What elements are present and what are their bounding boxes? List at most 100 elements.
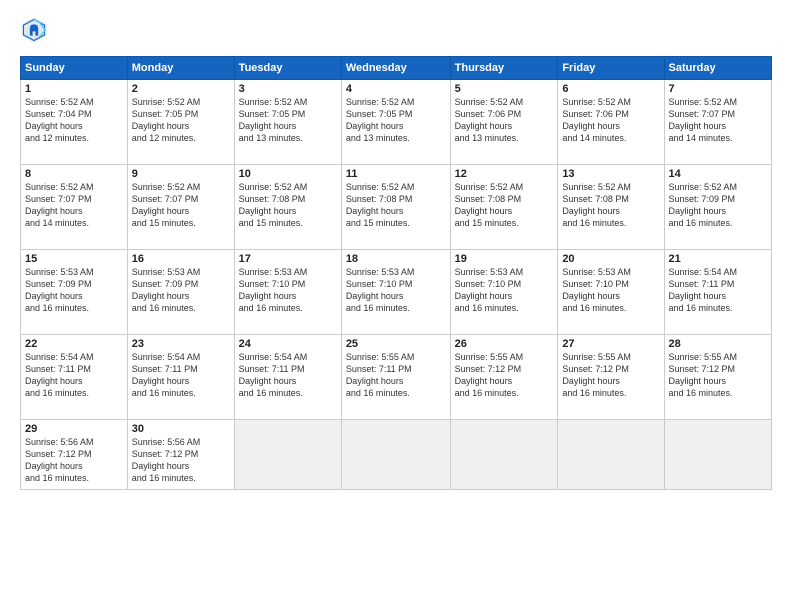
weekday-header: Wednesday	[341, 57, 450, 80]
day-info: Sunrise: 5:52 AM Sunset: 7:08 PM Dayligh…	[239, 181, 337, 230]
day-number: 5	[455, 83, 554, 95]
calendar-cell: 11 Sunrise: 5:52 AM Sunset: 7:08 PM Dayl…	[341, 165, 450, 250]
day-info: Sunrise: 5:53 AM Sunset: 7:10 PM Dayligh…	[455, 266, 554, 315]
day-info: Sunrise: 5:52 AM Sunset: 7:05 PM Dayligh…	[239, 96, 337, 145]
calendar-cell: 4 Sunrise: 5:52 AM Sunset: 7:05 PM Dayli…	[341, 80, 450, 165]
day-info: Sunrise: 5:53 AM Sunset: 7:10 PM Dayligh…	[562, 266, 659, 315]
weekday-header: Sunday	[21, 57, 128, 80]
day-number: 21	[669, 253, 768, 265]
calendar-cell: 26 Sunrise: 5:55 AM Sunset: 7:12 PM Dayl…	[450, 335, 558, 420]
calendar-cell: 25 Sunrise: 5:55 AM Sunset: 7:11 PM Dayl…	[341, 335, 450, 420]
day-number: 3	[239, 83, 337, 95]
calendar-cell: 15 Sunrise: 5:53 AM Sunset: 7:09 PM Dayl…	[21, 250, 128, 335]
weekday-header: Tuesday	[234, 57, 341, 80]
day-info: Sunrise: 5:52 AM Sunset: 7:04 PM Dayligh…	[25, 96, 123, 145]
calendar-cell	[664, 420, 772, 490]
day-info: Sunrise: 5:53 AM Sunset: 7:09 PM Dayligh…	[25, 266, 123, 315]
calendar-cell: 17 Sunrise: 5:53 AM Sunset: 7:10 PM Dayl…	[234, 250, 341, 335]
day-info: Sunrise: 5:52 AM Sunset: 7:05 PM Dayligh…	[346, 96, 446, 145]
day-number: 1	[25, 83, 123, 95]
day-info: Sunrise: 5:52 AM Sunset: 7:08 PM Dayligh…	[346, 181, 446, 230]
day-number: 8	[25, 168, 123, 180]
day-number: 28	[669, 338, 768, 350]
calendar-cell: 7 Sunrise: 5:52 AM Sunset: 7:07 PM Dayli…	[664, 80, 772, 165]
calendar-cell: 20 Sunrise: 5:53 AM Sunset: 7:10 PM Dayl…	[558, 250, 664, 335]
calendar-cell	[450, 420, 558, 490]
day-number: 17	[239, 253, 337, 265]
day-number: 22	[25, 338, 123, 350]
weekday-header: Friday	[558, 57, 664, 80]
calendar-cell: 24 Sunrise: 5:54 AM Sunset: 7:11 PM Dayl…	[234, 335, 341, 420]
calendar-cell: 13 Sunrise: 5:52 AM Sunset: 7:08 PM Dayl…	[558, 165, 664, 250]
day-info: Sunrise: 5:55 AM Sunset: 7:12 PM Dayligh…	[455, 351, 554, 400]
day-number: 14	[669, 168, 768, 180]
day-info: Sunrise: 5:55 AM Sunset: 7:11 PM Dayligh…	[346, 351, 446, 400]
day-info: Sunrise: 5:55 AM Sunset: 7:12 PM Dayligh…	[562, 351, 659, 400]
calendar-cell: 21 Sunrise: 5:54 AM Sunset: 7:11 PM Dayl…	[664, 250, 772, 335]
calendar: SundayMondayTuesdayWednesdayThursdayFrid…	[20, 56, 772, 490]
calendar-cell: 12 Sunrise: 5:52 AM Sunset: 7:08 PM Dayl…	[450, 165, 558, 250]
weekday-header: Thursday	[450, 57, 558, 80]
weekday-header: Saturday	[664, 57, 772, 80]
logo-icon	[20, 16, 48, 44]
logo	[20, 16, 52, 44]
day-number: 10	[239, 168, 337, 180]
weekday-header: Monday	[127, 57, 234, 80]
day-number: 12	[455, 168, 554, 180]
day-info: Sunrise: 5:54 AM Sunset: 7:11 PM Dayligh…	[25, 351, 123, 400]
day-info: Sunrise: 5:53 AM Sunset: 7:10 PM Dayligh…	[346, 266, 446, 315]
day-number: 19	[455, 253, 554, 265]
calendar-cell: 30 Sunrise: 5:56 AM Sunset: 7:12 PM Dayl…	[127, 420, 234, 490]
calendar-cell: 2 Sunrise: 5:52 AM Sunset: 7:05 PM Dayli…	[127, 80, 234, 165]
day-number: 13	[562, 168, 659, 180]
calendar-cell: 19 Sunrise: 5:53 AM Sunset: 7:10 PM Dayl…	[450, 250, 558, 335]
day-number: 23	[132, 338, 230, 350]
day-number: 2	[132, 83, 230, 95]
day-info: Sunrise: 5:56 AM Sunset: 7:12 PM Dayligh…	[132, 436, 230, 485]
calendar-cell: 5 Sunrise: 5:52 AM Sunset: 7:06 PM Dayli…	[450, 80, 558, 165]
day-info: Sunrise: 5:52 AM Sunset: 7:06 PM Dayligh…	[455, 96, 554, 145]
day-info: Sunrise: 5:54 AM Sunset: 7:11 PM Dayligh…	[239, 351, 337, 400]
calendar-cell: 10 Sunrise: 5:52 AM Sunset: 7:08 PM Dayl…	[234, 165, 341, 250]
day-info: Sunrise: 5:53 AM Sunset: 7:09 PM Dayligh…	[132, 266, 230, 315]
day-number: 18	[346, 253, 446, 265]
day-info: Sunrise: 5:54 AM Sunset: 7:11 PM Dayligh…	[669, 266, 768, 315]
day-info: Sunrise: 5:54 AM Sunset: 7:11 PM Dayligh…	[132, 351, 230, 400]
calendar-cell: 14 Sunrise: 5:52 AM Sunset: 7:09 PM Dayl…	[664, 165, 772, 250]
day-info: Sunrise: 5:55 AM Sunset: 7:12 PM Dayligh…	[669, 351, 768, 400]
day-number: 27	[562, 338, 659, 350]
day-info: Sunrise: 5:56 AM Sunset: 7:12 PM Dayligh…	[25, 436, 123, 485]
calendar-cell: 29 Sunrise: 5:56 AM Sunset: 7:12 PM Dayl…	[21, 420, 128, 490]
calendar-cell	[234, 420, 341, 490]
day-info: Sunrise: 5:53 AM Sunset: 7:10 PM Dayligh…	[239, 266, 337, 315]
day-number: 24	[239, 338, 337, 350]
page: SundayMondayTuesdayWednesdayThursdayFrid…	[0, 0, 792, 612]
calendar-cell: 16 Sunrise: 5:53 AM Sunset: 7:09 PM Dayl…	[127, 250, 234, 335]
day-number: 4	[346, 83, 446, 95]
day-number: 20	[562, 253, 659, 265]
calendar-cell	[341, 420, 450, 490]
day-info: Sunrise: 5:52 AM Sunset: 7:07 PM Dayligh…	[25, 181, 123, 230]
day-number: 6	[562, 83, 659, 95]
day-info: Sunrise: 5:52 AM Sunset: 7:07 PM Dayligh…	[132, 181, 230, 230]
day-number: 16	[132, 253, 230, 265]
day-number: 15	[25, 253, 123, 265]
calendar-cell: 1 Sunrise: 5:52 AM Sunset: 7:04 PM Dayli…	[21, 80, 128, 165]
day-number: 26	[455, 338, 554, 350]
calendar-cell: 3 Sunrise: 5:52 AM Sunset: 7:05 PM Dayli…	[234, 80, 341, 165]
day-number: 25	[346, 338, 446, 350]
header	[20, 16, 772, 44]
day-number: 30	[132, 423, 230, 435]
calendar-cell: 8 Sunrise: 5:52 AM Sunset: 7:07 PM Dayli…	[21, 165, 128, 250]
calendar-cell: 6 Sunrise: 5:52 AM Sunset: 7:06 PM Dayli…	[558, 80, 664, 165]
day-info: Sunrise: 5:52 AM Sunset: 7:09 PM Dayligh…	[669, 181, 768, 230]
calendar-cell: 23 Sunrise: 5:54 AM Sunset: 7:11 PM Dayl…	[127, 335, 234, 420]
calendar-cell: 22 Sunrise: 5:54 AM Sunset: 7:11 PM Dayl…	[21, 335, 128, 420]
calendar-cell	[558, 420, 664, 490]
calendar-cell: 28 Sunrise: 5:55 AM Sunset: 7:12 PM Dayl…	[664, 335, 772, 420]
day-number: 11	[346, 168, 446, 180]
day-number: 9	[132, 168, 230, 180]
day-info: Sunrise: 5:52 AM Sunset: 7:07 PM Dayligh…	[669, 96, 768, 145]
day-number: 7	[669, 83, 768, 95]
day-number: 29	[25, 423, 123, 435]
